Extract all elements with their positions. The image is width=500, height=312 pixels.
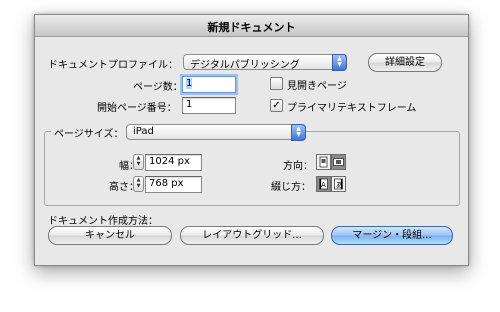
chevron-updown-icon: ▲ ▼ <box>332 54 347 71</box>
primary-frame-checkbox[interactable]: ✓ <box>270 99 283 112</box>
height-value: 768 px <box>149 178 184 189</box>
create-method-label: ドキュメント作成方法： <box>48 216 158 227</box>
layout-grid-button[interactable]: レイアウトグリッド... <box>180 226 324 245</box>
height-stepper[interactable]: ▲ ▼ <box>133 176 144 192</box>
height-input[interactable]: 768 px <box>145 176 202 193</box>
landscape-orientation-icon[interactable] <box>331 154 346 170</box>
margins-columns-button[interactable]: マージン・段組... <box>331 226 453 245</box>
start-page-input[interactable]: 1 <box>182 97 236 114</box>
new-document-dialog: 新規ドキュメント ドキュメントプロファイル： デジタルパブリッシング ▲ ▼ 詳細… <box>34 14 469 266</box>
page-size-label: ページサイズ： <box>51 125 127 140</box>
title-bar[interactable]: 新規ドキュメント <box>35 15 468 37</box>
cancel-button[interactable]: キャンセル <box>48 226 172 245</box>
profile-value: デジタルパブリッシング <box>190 60 300 71</box>
profile-select[interactable]: デジタルパブリッシング ▲ ▼ <box>183 54 347 71</box>
page-size-select[interactable]: iPad ▲ ▼ <box>126 124 306 141</box>
portrait-orientation-icon[interactable] <box>316 154 331 170</box>
pages-input[interactable]: 1 <box>182 76 236 93</box>
width-input[interactable]: 1024 px <box>145 154 202 171</box>
facing-pages-label: 見開きページ <box>287 81 347 92</box>
width-value: 1024 px <box>149 156 190 167</box>
page-size-group <box>44 131 460 206</box>
checkmark-icon: ✓ <box>272 100 281 111</box>
svg-text:A: A <box>321 181 326 189</box>
facing-pages-checkbox[interactable] <box>270 77 283 90</box>
right-binding-icon[interactable]: あ <box>331 176 346 192</box>
pages-value: 1 <box>186 78 193 89</box>
dialog-title: 新規ドキュメント <box>207 21 296 34</box>
page-size-value: iPad <box>133 126 154 137</box>
binding-label: 綴じ方： <box>271 182 311 193</box>
orientation-label: 方向： <box>283 161 313 172</box>
details-button[interactable]: 詳細設定 <box>368 53 442 72</box>
width-stepper[interactable]: ▲ ▼ <box>133 154 144 170</box>
profile-label: ドキュメントプロファイル： <box>48 60 178 71</box>
left-binding-icon[interactable]: A <box>316 176 331 192</box>
start-page-label: 開始ページ番号： <box>97 103 177 114</box>
pages-label: ページ数： <box>133 82 183 93</box>
chevron-updown-icon: ▲ ▼ <box>291 124 306 141</box>
primary-frame-label: プライマリテキストフレーム <box>287 103 417 114</box>
start-page-value: 1 <box>186 99 193 110</box>
